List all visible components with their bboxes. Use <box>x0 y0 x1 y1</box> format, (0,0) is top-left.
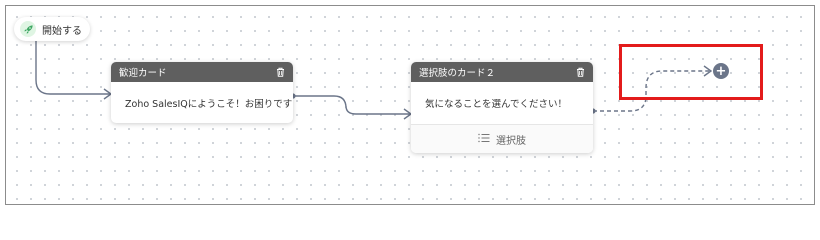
card-title: 歓迎カード <box>119 68 167 79</box>
start-node-label: 開始する <box>42 25 82 37</box>
welcome-card[interactable]: 歓迎カード Zoho SalesIQにようこそ！お困りですか？ <box>111 62 293 123</box>
add-node-button[interactable]: + <box>713 63 729 79</box>
list-icon <box>478 133 490 146</box>
options-label: 選択肢 <box>496 135 526 147</box>
card-header: 選択肢のカード２ <box>411 62 593 82</box>
start-node[interactable]: 開始する <box>14 17 90 41</box>
options-card[interactable]: 選択肢のカード２ 気になることを選んでください！ 選択肢 <box>411 62 593 153</box>
trash-icon[interactable] <box>575 67 585 77</box>
rocket-icon <box>20 21 36 37</box>
card-header: 歓迎カード <box>111 62 293 82</box>
card-title: 選択肢のカード２ <box>419 68 496 79</box>
options-button[interactable]: 選択肢 <box>411 124 593 153</box>
trash-icon[interactable] <box>275 67 285 77</box>
highlight-box <box>619 44 763 100</box>
plus-icon: + <box>715 63 727 79</box>
card-message: 気になることを選んでください！ <box>425 99 568 110</box>
card-message: Zoho SalesIQにようこそ！お困りですか？ <box>125 99 293 110</box>
